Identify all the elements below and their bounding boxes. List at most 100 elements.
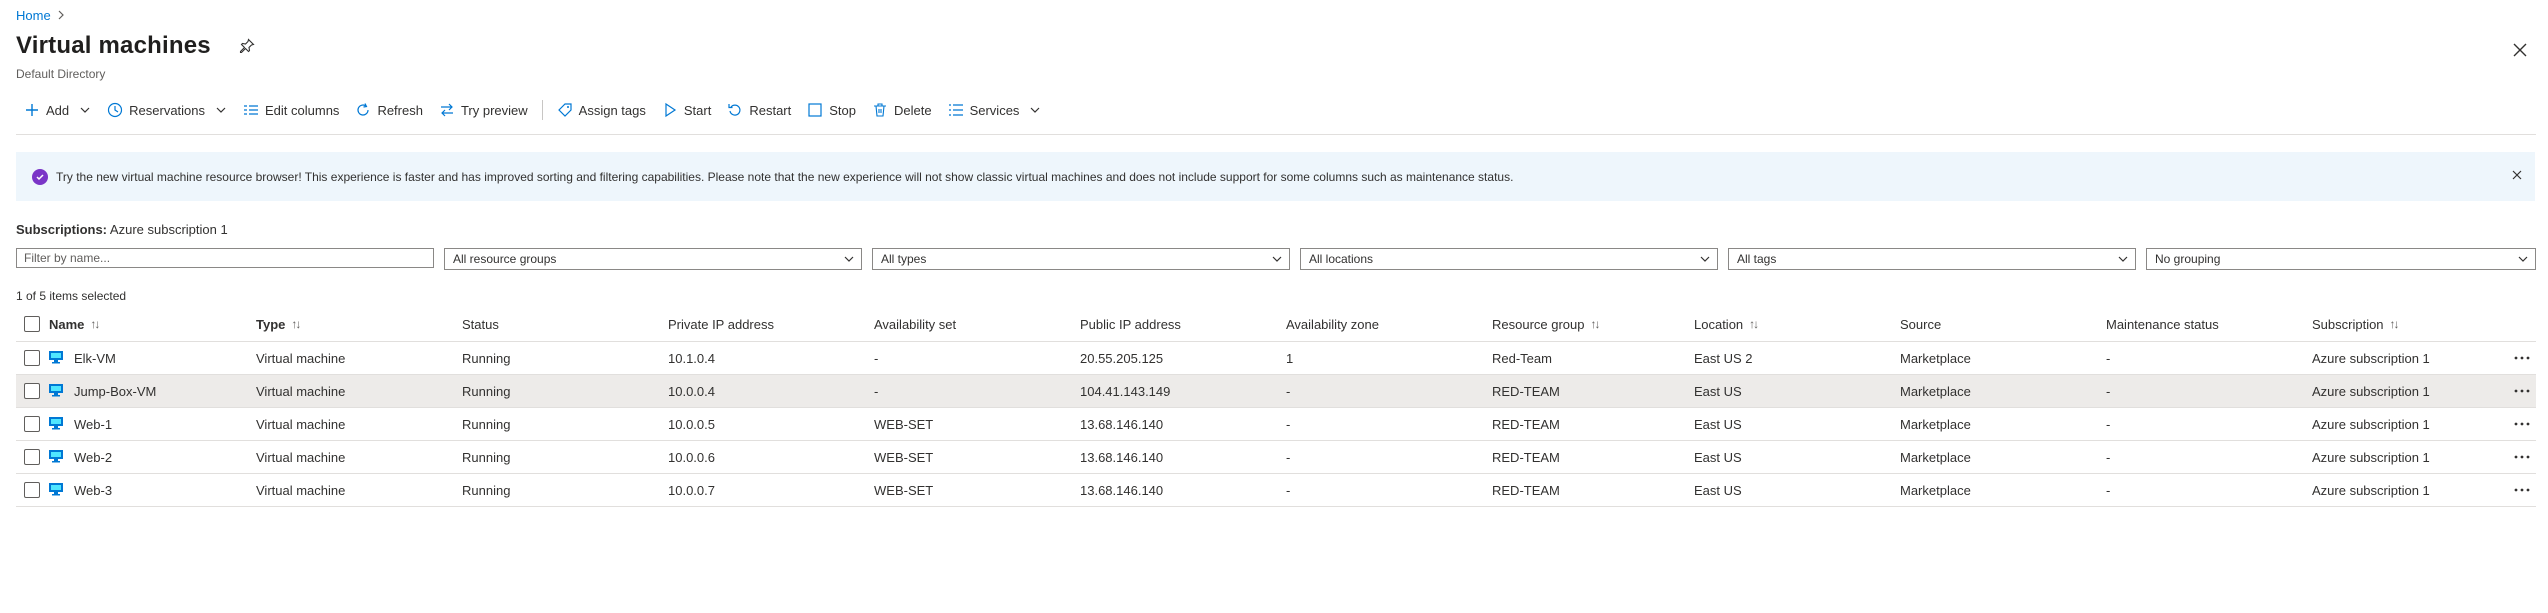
maintenance-status-cell: - xyxy=(2106,482,2111,498)
edit-columns-label: Edit columns xyxy=(265,102,340,118)
selection-count: 1 of 5 items selected xyxy=(16,289,127,303)
maintenance-status-cell: - xyxy=(2106,449,2111,465)
sort-icon: ↑↓ xyxy=(90,317,100,331)
close-icon[interactable] xyxy=(2509,167,2525,183)
refresh-button[interactable]: Refresh xyxy=(347,96,431,124)
availability-zone-cell: 1 xyxy=(1286,350,1294,366)
try-preview-button[interactable]: Try preview xyxy=(431,96,536,124)
tag-icon xyxy=(557,102,573,118)
type-cell: Virtual machine xyxy=(256,350,346,366)
locations-dropdown[interactable]: All locations xyxy=(1300,248,1718,270)
reservations-button[interactable]: Reservations xyxy=(99,96,235,124)
subscription-link[interactable]: Azure subscription 1 xyxy=(2312,474,2430,506)
resource-group-link[interactable]: RED-TEAM xyxy=(1492,474,1560,506)
restart-icon xyxy=(727,102,743,118)
table-row[interactable]: Web-3 Virtual machine Running 10.0.0.7 W… xyxy=(16,474,2536,507)
filter-by-name-input[interactable] xyxy=(16,248,434,268)
location-cell: East US xyxy=(1694,383,1742,399)
vm-icon xyxy=(48,382,64,398)
column-header-resource-group[interactable]: Resource group ↑↓ xyxy=(1492,307,1601,341)
columns-icon xyxy=(243,102,259,118)
table-row[interactable]: Web-1 Virtual machine Running 10.0.0.5 W… xyxy=(16,408,2536,441)
public-ip-header-label: Public IP address xyxy=(1080,316,1181,332)
resource-group-link[interactable]: Red-Team xyxy=(1492,342,1552,374)
sort-icon: ↑↓ xyxy=(2389,317,2400,331)
restart-button[interactable]: Restart xyxy=(719,96,799,124)
more-icon[interactable] xyxy=(2508,375,2536,407)
status-cell: Running xyxy=(462,350,511,366)
select-all-checkbox[interactable] xyxy=(24,316,40,332)
vm-name-link[interactable]: Jump-Box-VM xyxy=(74,375,156,407)
availability-zone-cell: - xyxy=(1286,482,1291,498)
subscription-link[interactable]: Azure subscription 1 xyxy=(2312,441,2430,473)
resource-group-link[interactable]: RED-TEAM xyxy=(1492,375,1560,407)
row-checkbox[interactable] xyxy=(24,482,40,498)
subscriptions-value[interactable]: Azure subscription 1 xyxy=(110,222,228,237)
vm-name-link[interactable]: Elk-VM xyxy=(74,342,116,374)
resource-groups-dropdown[interactable]: All resource groups xyxy=(444,248,862,270)
status-cell: Running xyxy=(462,383,511,399)
vm-name-link[interactable]: Web-1 xyxy=(74,408,112,440)
subscriptions-filter: Subscriptions: Azure subscription 1 xyxy=(16,222,228,237)
row-checkbox[interactable] xyxy=(24,449,40,465)
edit-columns-button[interactable]: Edit columns xyxy=(235,96,347,124)
availability-zone-header-label: Availability zone xyxy=(1286,316,1379,332)
locations-value: All locations xyxy=(1309,252,1374,266)
types-value: All types xyxy=(881,252,927,266)
subscription-link[interactable]: Azure subscription 1 xyxy=(2312,408,2430,440)
services-button[interactable]: Services xyxy=(940,96,1050,124)
availability-zone-cell: - xyxy=(1286,383,1291,399)
vm-name-link[interactable]: Web-3 xyxy=(74,474,112,506)
subscriptions-label: Subscriptions: xyxy=(16,222,108,237)
more-icon[interactable] xyxy=(2508,342,2536,374)
status-cell: Running xyxy=(462,416,511,432)
subscription-link[interactable]: Azure subscription 1 xyxy=(2312,375,2430,407)
row-checkbox[interactable] xyxy=(24,416,40,432)
column-header-name[interactable]: Name ↑↓ xyxy=(49,307,100,341)
breadcrumb: Home xyxy=(16,8,65,23)
add-button[interactable]: Add xyxy=(16,96,99,124)
maintenance-status-cell: - xyxy=(2106,350,2111,366)
types-dropdown[interactable]: All types xyxy=(872,248,1290,270)
vm-table: Name ↑↓ Type ↑↓ Status Private IP address … xyxy=(16,307,2536,507)
breadcrumb-home-link[interactable]: Home xyxy=(16,8,51,23)
row-checkbox[interactable] xyxy=(24,350,40,366)
close-icon[interactable] xyxy=(2508,38,2532,62)
column-header-location[interactable]: Location ↑↓ xyxy=(1694,307,1759,341)
column-header-subscription[interactable]: Subscription ↑↓ xyxy=(2312,307,2400,341)
name-header-label: Name xyxy=(49,316,85,332)
chevron-down-icon xyxy=(2117,253,2129,265)
resource-groups-value: All resource groups xyxy=(453,252,557,266)
table-row[interactable]: Web-2 Virtual machine Running 10.0.0.6 W… xyxy=(16,441,2536,474)
stop-button[interactable]: Stop xyxy=(799,96,864,124)
assign-tags-button[interactable]: Assign tags xyxy=(549,96,654,124)
subscription-header-label: Subscription xyxy=(2312,316,2384,332)
chevron-down-icon xyxy=(843,253,855,265)
table-row[interactable]: Jump-Box-VM Virtual machine Running 10.0… xyxy=(16,375,2536,408)
resource-group-link[interactable]: RED-TEAM xyxy=(1492,408,1560,440)
grouping-dropdown[interactable]: No grouping xyxy=(2146,248,2536,270)
source-cell: Marketplace xyxy=(1900,482,1971,498)
start-button[interactable]: Start xyxy=(654,96,719,124)
page-subtitle: Default Directory xyxy=(16,67,106,81)
delete-button[interactable]: Delete xyxy=(864,96,940,124)
resource-group-link[interactable]: RED-TEAM xyxy=(1492,441,1560,473)
table-row[interactable]: Elk-VM Virtual machine Running 10.1.0.4 … xyxy=(16,342,2536,375)
tags-dropdown[interactable]: All tags xyxy=(1728,248,2136,270)
refresh-label: Refresh xyxy=(377,102,423,118)
column-header-public-ip: Public IP address xyxy=(1080,307,1181,341)
more-icon[interactable] xyxy=(2508,441,2536,473)
public-ip-cell: 20.55.205.125 xyxy=(1080,350,1164,366)
private-ip-cell: 10.0.0.6 xyxy=(668,449,715,465)
row-checkbox[interactable] xyxy=(24,383,40,399)
column-header-type[interactable]: Type ↑↓ xyxy=(256,307,301,341)
public-ip-cell: 13.68.146.140 xyxy=(1080,449,1164,465)
source-header-label: Source xyxy=(1900,316,1942,332)
pin-icon[interactable] xyxy=(237,36,257,56)
more-icon[interactable] xyxy=(2508,408,2536,440)
more-icon[interactable] xyxy=(2508,474,2536,506)
add-label: Add xyxy=(46,102,70,118)
chevron-right-icon xyxy=(57,9,65,23)
subscription-link[interactable]: Azure subscription 1 xyxy=(2312,342,2430,374)
vm-name-link[interactable]: Web-2 xyxy=(74,441,112,473)
